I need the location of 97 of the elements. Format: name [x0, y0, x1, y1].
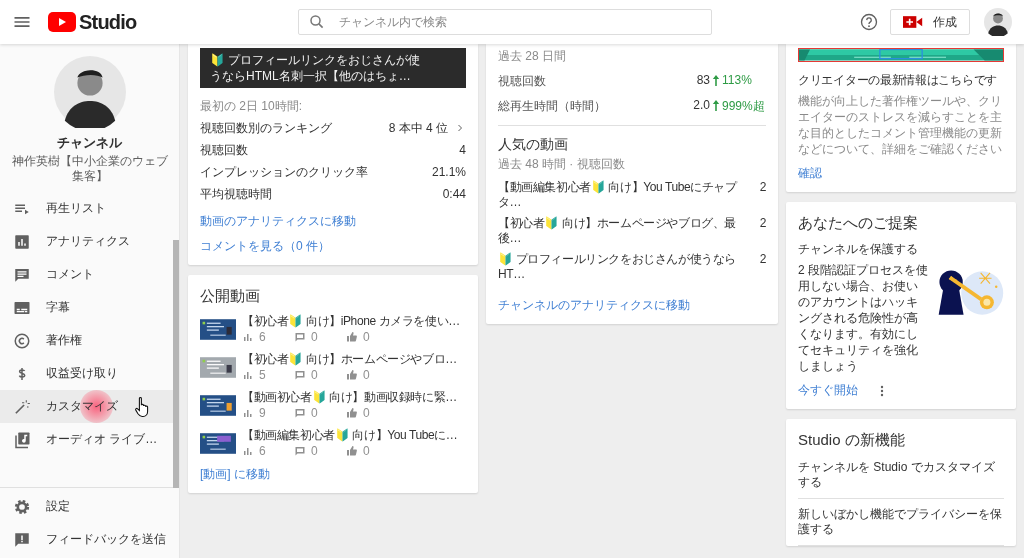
video-title: うならHTML名刺一択【他のはちょ… — [210, 68, 412, 84]
search-field[interactable]: チャンネル内で検索 — [298, 9, 712, 35]
link[interactable]: コメントを見る（0 件） — [200, 238, 330, 255]
metric-change: 999%超 — [722, 98, 766, 115]
section-title: 人気の動画 — [498, 136, 569, 154]
video-title[interactable]: 【動画編集初心者🔰 向け】You Tubeに… — [242, 428, 466, 443]
sidebar-item[interactable]: コメント — [0, 258, 173, 291]
link[interactable]: [動画] に移動 — [200, 466, 466, 483]
video-title: 🔰 プロフィールリンクをおじさんが使 — [210, 52, 422, 68]
section-subtitle: 過去 48 時間 · 視聴回数 — [498, 156, 626, 173]
view-count: 2 — [759, 216, 766, 231]
copyright-icon — [13, 331, 31, 350]
create-button[interactable]: 作成 — [890, 9, 970, 35]
stat-label: 視聴回数別のランキング — [200, 119, 332, 137]
link[interactable]: 確認 — [798, 165, 1004, 182]
logo-text: Studio — [79, 10, 137, 34]
avatar — [984, 8, 1012, 36]
stat-label: 視聴回数 — [200, 141, 248, 159]
metric-label: 視聴回数 — [498, 73, 546, 90]
sidebar-item[interactable]: 著作権 — [0, 324, 173, 357]
comment-count: 0 — [311, 444, 318, 458]
card-subtitle: チャンネルを保護する — [798, 241, 919, 258]
metric-label: 総再生時間（時間） — [498, 98, 606, 115]
feedback-icon — [13, 530, 31, 549]
scrollbar[interactable] — [173, 240, 179, 488]
music-library-icon — [13, 430, 31, 449]
view-count: 5 — [259, 368, 266, 382]
comment-icon — [294, 445, 306, 457]
card-title: Studio の新機能 — [798, 431, 906, 450]
sidebar-item[interactable]: 設定 — [0, 490, 179, 523]
feature-link[interactable]: チャンネルを Studio でカスタマイズする — [798, 452, 1004, 499]
help-icon[interactable] — [860, 13, 878, 31]
bar-chart-icon — [242, 407, 254, 419]
more-icon[interactable] — [880, 383, 884, 398]
logo-icon — [48, 12, 76, 32]
comment-icon — [294, 369, 306, 381]
view-count: 6 — [259, 444, 266, 458]
bar-chart-icon — [242, 369, 254, 381]
video-camera-icon — [903, 15, 923, 29]
feature-link[interactable]: 新しいぼかし機能でプライバシーを保護する — [798, 499, 1004, 546]
view-count: 6 — [259, 330, 266, 344]
stat-value: 4 — [459, 143, 466, 157]
like-count: 0 — [363, 444, 370, 458]
channel-name: 神作英樹【中小企業のウェブ集客】 — [10, 154, 169, 184]
card-title: 公開動画 — [200, 287, 261, 306]
comment-icon — [294, 331, 306, 343]
channel-heading: チャンネル — [57, 134, 122, 152]
gear-icon — [13, 497, 31, 516]
card-heading: クリエイターの最新情報はこちらです — [798, 72, 998, 89]
card-description: 2 段階認証プロセスを使用しない場合、お使いのアカウントはハッキングされる危険性が高くなります。有効にしてセキュリティを強化しましょう — [798, 262, 928, 374]
sidebar-item[interactable]: 再生リスト — [0, 192, 173, 225]
bar-chart-icon — [13, 232, 31, 251]
sidebar-item[interactable]: カスタマイズ — [0, 390, 173, 423]
like-count: 0 — [363, 368, 370, 382]
sidebar-item[interactable]: フィードバックを送信 — [0, 523, 179, 556]
metric-value: 83 — [696, 73, 710, 87]
link[interactable]: 今すぐ開始 — [798, 382, 858, 399]
thumbs-up-icon — [346, 445, 358, 457]
period-label: 最初の 2日 10時間: — [200, 98, 304, 115]
video-title[interactable]: 🔰 プロフィールリンクをおじさんが使うならHT… — [498, 252, 756, 282]
stat-label: インプレッションのクリック率 — [200, 163, 368, 181]
comment-count: 0 — [311, 368, 318, 382]
stat-value: 21.1% — [431, 165, 466, 179]
metric-change: 113% — [722, 73, 753, 87]
like-count: 0 — [363, 406, 370, 420]
link[interactable]: チャンネルのアナリティクスに移動 — [498, 297, 766, 314]
card-description: 機能が向上した著作権ツールや、クリエイターのストレスを減らすことを主な目的としたコメント管理機能の更新などについて、詳細をご確認ください — [798, 93, 1003, 157]
thumbs-up-icon — [346, 369, 358, 381]
magic-wand-icon — [13, 397, 31, 416]
view-count: 9 — [259, 406, 266, 420]
sidebar-item[interactable]: オーディオ ライブ… — [0, 423, 173, 456]
ranking-link[interactable]: 8 本中 4 位 — [388, 119, 448, 137]
comment-icon — [294, 407, 306, 419]
sidebar-item[interactable]: 収益受け取り — [0, 357, 173, 390]
comment-count: 0 — [311, 406, 318, 420]
bar-chart-icon — [242, 445, 254, 457]
comment-count: 0 — [311, 330, 318, 344]
thumbs-up-icon — [346, 407, 358, 419]
metric-value: 2.0 — [693, 98, 710, 112]
bar-chart-icon — [242, 331, 254, 343]
sidebar-item[interactable]: アナリティクス — [0, 225, 173, 258]
video-title[interactable]: 【動画初心者🔰 向け】動画収録時に緊… — [242, 390, 466, 405]
video-title[interactable]: 【初心者🔰 向け】ホームページやブロ… — [242, 352, 466, 367]
stat-value: 0:44 — [442, 187, 466, 201]
video-title[interactable]: 【動画編集初心者🔰 向け】You Tubeにチャプタ… — [498, 180, 756, 210]
view-count: 2 — [759, 252, 766, 267]
card-title: あなたへのご提案 — [798, 214, 919, 233]
link[interactable]: 動画のアナリティクスに移動 — [200, 213, 356, 230]
stat-label: 平均視聴時間 — [200, 185, 272, 203]
video-title[interactable]: 【初心者🔰 向け】ホームページやブログ、最後… — [498, 216, 756, 246]
like-count: 0 — [363, 330, 370, 344]
sidebar-item[interactable]: 字幕 — [0, 291, 173, 324]
view-count: 2 — [759, 180, 766, 195]
search-icon — [308, 13, 326, 31]
video-title[interactable]: 【初心者🔰 向け】iPhone カメラを使い… — [242, 314, 466, 329]
period-label: 過去 28 日間 — [498, 48, 567, 65]
thumbs-up-icon — [346, 331, 358, 343]
